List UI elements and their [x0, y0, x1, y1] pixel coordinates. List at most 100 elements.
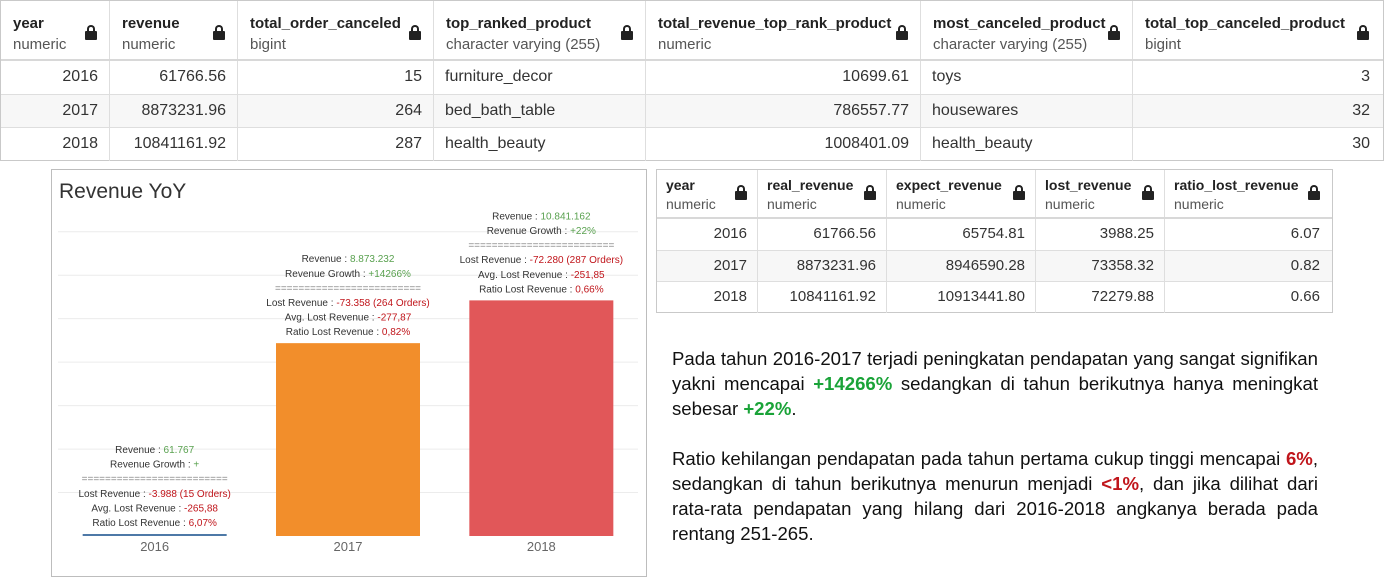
- cell-total-revenue-top-rank-product[interactable]: 1008401.09: [646, 128, 921, 161]
- table-row[interactable]: 2016 61766.56 65754.81 3988.25 6.07: [657, 219, 1332, 251]
- column-type: numeric: [1174, 196, 1224, 212]
- cell-ratio-lost-revenue[interactable]: 6.07: [1165, 219, 1330, 250]
- ratio-later-highlight: <1%: [1101, 473, 1139, 494]
- cell-most-canceled-product[interactable]: housewares: [921, 94, 1133, 127]
- lock-icon: [85, 25, 97, 40]
- lock-icon: [1308, 185, 1320, 200]
- cell-top-ranked-product[interactable]: furniture_decor: [434, 61, 646, 94]
- cell-lost-revenue[interactable]: 72279.88: [1036, 282, 1165, 313]
- data-label-value: 0,82%: [382, 327, 410, 338]
- data-label-text: Revenue Growth :: [285, 269, 368, 280]
- cell-total-revenue-top-rank-product[interactable]: 786557.77: [646, 94, 921, 127]
- grid-header: year numeric real_revenue numeric expect_rev…: [657, 170, 1332, 219]
- cell-year[interactable]: 2016: [657, 219, 758, 250]
- column-type: character varying (255): [446, 36, 601, 53]
- cell-total-order-canceled[interactable]: 287: [238, 128, 434, 161]
- data-label-text: Ratio Lost Revenue :: [92, 518, 188, 529]
- data-label-text: Avg. Lost Revenue :: [478, 270, 571, 281]
- cell-total-top-canceled-product[interactable]: 30: [1133, 128, 1381, 161]
- cell-year[interactable]: 2017: [657, 250, 758, 281]
- data-label-value: 61.767: [164, 445, 195, 456]
- revenue-yoy-chart: Revenue YoY 2016 Revenue : 61.767 Revenue …: [51, 169, 647, 577]
- cell-revenue[interactable]: 61766.56: [110, 61, 238, 94]
- cell-lost-revenue[interactable]: 73358.32: [1036, 250, 1165, 281]
- column-header-year[interactable]: year numeric: [1, 1, 110, 59]
- data-label-revenue-label: Revenue : 8.873.232: [302, 254, 395, 265]
- column-type: bigint: [250, 36, 286, 53]
- cell-total-top-canceled-product[interactable]: 3: [1133, 61, 1381, 94]
- data-label-value: +14266%: [368, 269, 411, 280]
- analysis-commentary: Pada tahun 2016-2017 terjadi peningkatan…: [672, 346, 1318, 571]
- cell-top-ranked-product[interactable]: bed_bath_table: [434, 94, 646, 127]
- column-type: character varying (255): [933, 36, 1088, 53]
- bar-2018: [469, 300, 614, 536]
- data-label-revenue-label: Revenue : 61.767: [115, 445, 194, 456]
- data-label-text: Avg. Lost Revenue :: [285, 313, 378, 324]
- column-header-lost-revenue[interactable]: lost_revenue numeric: [1036, 170, 1165, 217]
- data-label-ratio-label: Ratio Lost Revenue : 0,82%: [286, 327, 411, 338]
- cell-total-order-canceled[interactable]: 264: [238, 94, 434, 127]
- column-name: most_canceled_product: [933, 15, 1106, 32]
- column-header-real-revenue[interactable]: real_revenue numeric: [758, 170, 887, 217]
- data-label-text: Avg. Lost Revenue :: [91, 503, 184, 514]
- cell-total-order-canceled[interactable]: 15: [238, 61, 434, 94]
- data-label-value: -251,85: [571, 270, 605, 281]
- data-label-separator: =========================: [275, 283, 421, 294]
- column-header-total-top-canceled-product[interactable]: total_top_canceled_product bigint: [1133, 1, 1381, 59]
- lock-icon: [621, 25, 633, 40]
- cell-revenue[interactable]: 10841161.92: [110, 128, 238, 161]
- lock-icon: [1108, 25, 1120, 40]
- column-header-top-ranked-product[interactable]: top_ranked_product character varying (255…: [434, 1, 646, 59]
- column-header-year[interactable]: year numeric: [657, 170, 758, 217]
- column-name: total_top_canceled_product: [1145, 15, 1346, 32]
- column-type: numeric: [658, 36, 712, 53]
- column-header-ratio-lost-revenue[interactable]: ratio_lost_revenue numeric: [1165, 170, 1330, 217]
- data-label-text: Lost Revenue :: [266, 298, 336, 309]
- cell-year[interactable]: 2018: [657, 282, 758, 313]
- cell-year[interactable]: 2017: [1, 94, 110, 127]
- table-row[interactable]: 2016 61766.56 15 furniture_decor 10699.61 toy…: [1, 61, 1383, 95]
- cell-most-canceled-product[interactable]: health_beauty: [921, 128, 1133, 161]
- cell-real-revenue[interactable]: 61766.56: [758, 219, 887, 250]
- column-name: top_ranked_product: [446, 15, 592, 32]
- cell-real-revenue[interactable]: 8873231.96: [758, 250, 887, 281]
- data-label-value: -3.988 (15 Orders): [149, 489, 231, 500]
- cell-lost-revenue[interactable]: 3988.25: [1036, 219, 1165, 250]
- cell-ratio-lost-revenue[interactable]: 0.66: [1165, 282, 1330, 313]
- data-label-growth-label: Revenue Growth : +: [110, 460, 199, 471]
- column-header-most-canceled-product[interactable]: most_canceled_product character varying (…: [921, 1, 1133, 59]
- commentary-paragraph-growth: Pada tahun 2016-2017 terjadi peningkatan…: [672, 348, 1318, 419]
- table-row[interactable]: 2017 8873231.96 264 bed_bath_table 786557.77…: [1, 94, 1383, 128]
- column-header-revenue[interactable]: revenue numeric: [110, 1, 238, 59]
- data-label-lost-label: Lost Revenue : -73.358 (264 Orders): [266, 298, 429, 309]
- data-label-revenue-label: Revenue : 10.841.162: [492, 211, 591, 222]
- table-row[interactable]: 2017 8873231.96 8946590.28 73358.32 0.82: [657, 250, 1332, 282]
- cell-expect-revenue[interactable]: 10913441.80: [887, 282, 1036, 313]
- growth-2017-highlight: +14266%: [813, 373, 893, 394]
- column-header-expect-revenue[interactable]: expect_revenue numeric: [887, 170, 1036, 217]
- cell-ratio-lost-revenue[interactable]: 0.82: [1165, 251, 1330, 282]
- cell-expect-revenue[interactable]: 65754.81: [887, 219, 1036, 250]
- cell-year[interactable]: 2016: [1, 61, 110, 94]
- column-header-total-revenue-top-rank-product[interactable]: total_revenue_top_rank_productnumeric: [646, 1, 921, 59]
- data-label-text: Revenue Growth :: [110, 460, 193, 471]
- cell-most-canceled-product[interactable]: toys: [921, 61, 1133, 94]
- cell-top-ranked-product[interactable]: health_beauty: [434, 128, 646, 161]
- cell-revenue[interactable]: 8873231.96: [110, 94, 238, 127]
- lock-icon: [735, 185, 747, 200]
- data-label-separator: =========================: [82, 474, 228, 485]
- table-row[interactable]: 2018 10841161.92 10913441.80 72279.88 0.66: [657, 282, 1332, 313]
- cell-year[interactable]: 2018: [1, 128, 110, 161]
- lock-icon: [213, 25, 225, 40]
- column-name: total_revenue_top_rank_product: [658, 15, 892, 32]
- data-label-value: 6,07%: [189, 518, 217, 529]
- table-row[interactable]: 2018 10841161.92 287 health_beauty 1008401.0…: [1, 128, 1383, 161]
- column-header-total-order-canceled[interactable]: total_order_canceled bigint: [238, 1, 434, 59]
- data-label-growth-label: Revenue Growth : +14266%: [285, 269, 411, 280]
- cell-expect-revenue[interactable]: 8946590.28: [887, 250, 1036, 281]
- cell-real-revenue[interactable]: 10841161.92: [758, 282, 887, 313]
- cell-total-top-canceled-product[interactable]: 32: [1133, 95, 1381, 128]
- cell-total-revenue-top-rank-product[interactable]: 10699.61: [646, 61, 921, 94]
- data-label-lost-label: Lost Revenue : -3.988 (15 Orders): [79, 489, 231, 500]
- query-result-grid-lost-revenue: year numeric real_revenue numeric expect_rev…: [656, 169, 1333, 313]
